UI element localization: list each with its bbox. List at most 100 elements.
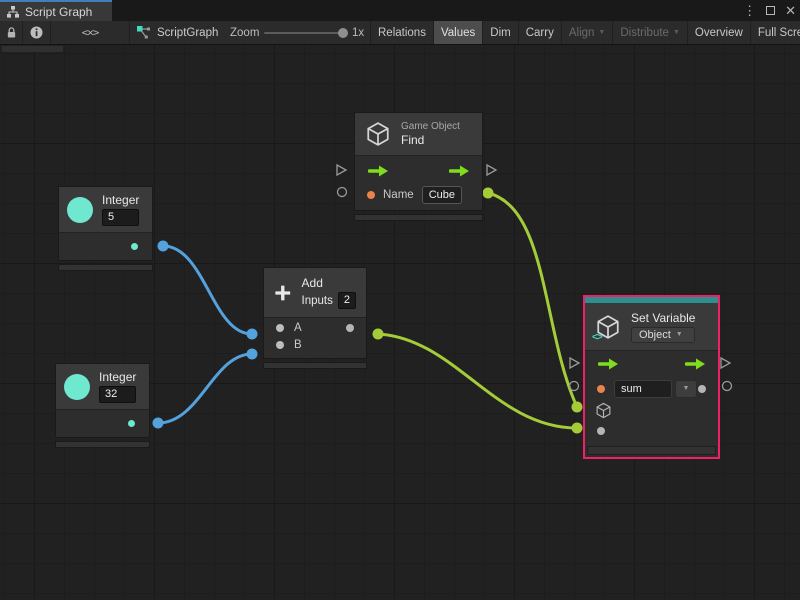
node-title: Add	[302, 276, 356, 290]
dropdown-arrow-icon: ▼	[673, 29, 680, 36]
name-value-field[interactable]: Cube	[422, 186, 462, 204]
zoom-label: Zoom	[230, 21, 259, 44]
node-integer-5[interactable]: Integer 5	[58, 186, 153, 271]
wire-find-to-setvariable[interactable]	[488, 193, 577, 407]
node-integer-32[interactable]: Integer 32	[55, 363, 150, 448]
breadcrumb-graph-name[interactable]: ScriptGraph	[136, 21, 218, 44]
flow-port-proxy[interactable]	[721, 358, 730, 368]
zoom-slider[interactable]	[264, 21, 346, 44]
flow-in-port[interactable]	[597, 358, 619, 370]
dropdown-arrow-icon: ▼	[683, 385, 690, 392]
node-footer	[587, 446, 716, 455]
output-port[interactable]	[128, 420, 135, 427]
flow-out-port[interactable]	[684, 358, 706, 370]
plus-icon	[274, 280, 292, 306]
input-port-b[interactable]	[276, 341, 284, 349]
graph-inspector-toggle[interactable]: <×>	[51, 21, 130, 44]
wire-integer5-to-add-a[interactable]	[163, 246, 252, 334]
node-title: Integer	[102, 193, 139, 207]
value-port-proxy[interactable]	[338, 188, 347, 197]
value-input-port[interactable]	[597, 427, 605, 435]
wire-endpoint[interactable]	[247, 329, 258, 340]
node-title: Set Variable	[631, 311, 695, 325]
wire-endpoint[interactable]	[247, 349, 258, 360]
flow-port-proxy[interactable]	[337, 165, 346, 175]
inputs-label: Inputs	[302, 295, 333, 307]
wire-endpoint[interactable]	[483, 188, 494, 199]
wire-endpoint[interactable]	[153, 418, 164, 429]
variable-picker-button[interactable]: ▼	[675, 380, 697, 398]
values-button[interactable]: Values	[434, 21, 483, 44]
zoom-slider-handle[interactable]	[338, 28, 348, 38]
node-set-variable[interactable]: <> Set Variable Object ▼ sum ▼	[583, 295, 720, 459]
flow-in-port[interactable]	[367, 165, 389, 177]
node-title: Integer	[99, 370, 136, 384]
wire-endpoint[interactable]	[572, 402, 583, 413]
node-gameobject-find[interactable]: Game Object Find Name Cube	[354, 112, 483, 221]
variable-code-icon: <>	[592, 332, 602, 343]
value-output-port[interactable]	[698, 385, 706, 393]
wire-integer32-to-add-b[interactable]	[158, 354, 252, 423]
node-header[interactable]: Integer 5	[59, 187, 152, 233]
flow-port-proxy[interactable]	[570, 358, 579, 368]
node-add[interactable]: Add Inputs 2 A B	[263, 267, 367, 369]
title-bar: Script Graph ⋮ ✕	[0, 0, 800, 21]
node-subtitle: Game Object	[401, 121, 460, 132]
wire-endpoint[interactable]	[572, 423, 583, 434]
carry-button[interactable]: Carry	[519, 21, 562, 44]
output-port-sum[interactable]	[346, 324, 354, 332]
tab-title: Script Graph	[25, 5, 92, 19]
close-icon[interactable]: ✕	[785, 0, 796, 21]
variable-scope-dropdown[interactable]: Object ▼	[631, 327, 695, 343]
maximize-icon[interactable]	[766, 6, 775, 15]
node-header[interactable]: Game Object Find	[355, 113, 482, 156]
integer-type-icon	[64, 374, 90, 400]
port-label-b: B	[294, 339, 302, 351]
gameobject-cube-icon	[365, 121, 391, 147]
wire-endpoint[interactable]	[373, 329, 384, 340]
zoom-slider-track[interactable]	[264, 32, 346, 34]
relations-button[interactable]: Relations	[371, 21, 434, 44]
info-icon	[30, 26, 43, 39]
node-header[interactable]: Integer 32	[56, 364, 149, 410]
fullscreen-button[interactable]: Full Screen	[751, 21, 800, 44]
code-toggle-icon: <×>	[82, 26, 99, 39]
tab-script-graph[interactable]: Script Graph	[0, 0, 112, 21]
name-label: Name	[383, 189, 414, 201]
flow-out-port[interactable]	[448, 165, 470, 177]
inspect-button[interactable]	[23, 21, 51, 44]
output-port[interactable]	[131, 243, 138, 250]
node-footer	[58, 264, 153, 271]
dropdown-arrow-icon: ▼	[676, 331, 683, 338]
node-header[interactable]: Add Inputs 2	[264, 268, 366, 318]
menu-icon[interactable]: ⋮	[743, 0, 756, 21]
align-button[interactable]: Align▼	[562, 21, 614, 44]
lock-button[interactable]	[0, 21, 23, 44]
value-port-proxy[interactable]	[723, 382, 732, 391]
wire-add-to-setvariable[interactable]	[378, 334, 577, 428]
input-port-a[interactable]	[276, 324, 284, 332]
script-graph-window: Script Graph ⋮ ✕ <×>	[0, 0, 800, 600]
wire-endpoint[interactable]	[158, 241, 169, 252]
variable-name-port[interactable]	[597, 385, 605, 393]
integer-value-field[interactable]: 5	[102, 209, 139, 226]
variable-name-field[interactable]: sum	[614, 380, 672, 398]
object-target-port[interactable]	[595, 402, 612, 419]
integer-value-field[interactable]: 32	[99, 386, 136, 403]
name-input-port[interactable]	[367, 191, 375, 199]
overview-button[interactable]: Overview	[688, 21, 751, 44]
inputs-count-field[interactable]: 2	[338, 292, 356, 309]
script-graph-icon	[136, 25, 151, 40]
value-port-proxy[interactable]	[570, 382, 579, 391]
node-header[interactable]: <> Set Variable Object ▼	[585, 303, 718, 350]
distribute-button[interactable]: Distribute▼	[613, 21, 688, 44]
dim-button[interactable]: Dim	[483, 21, 518, 44]
flow-port-proxy[interactable]	[487, 165, 496, 175]
port-label-a: A	[294, 322, 302, 334]
node-footer	[354, 214, 483, 221]
graph-hierarchy-icon	[6, 5, 20, 19]
zoom-value: 1x	[352, 21, 364, 44]
node-title: Find	[401, 133, 460, 147]
integer-type-icon	[67, 197, 93, 223]
graph-canvas[interactable]: Integer 5 Integer 32	[0, 45, 800, 600]
